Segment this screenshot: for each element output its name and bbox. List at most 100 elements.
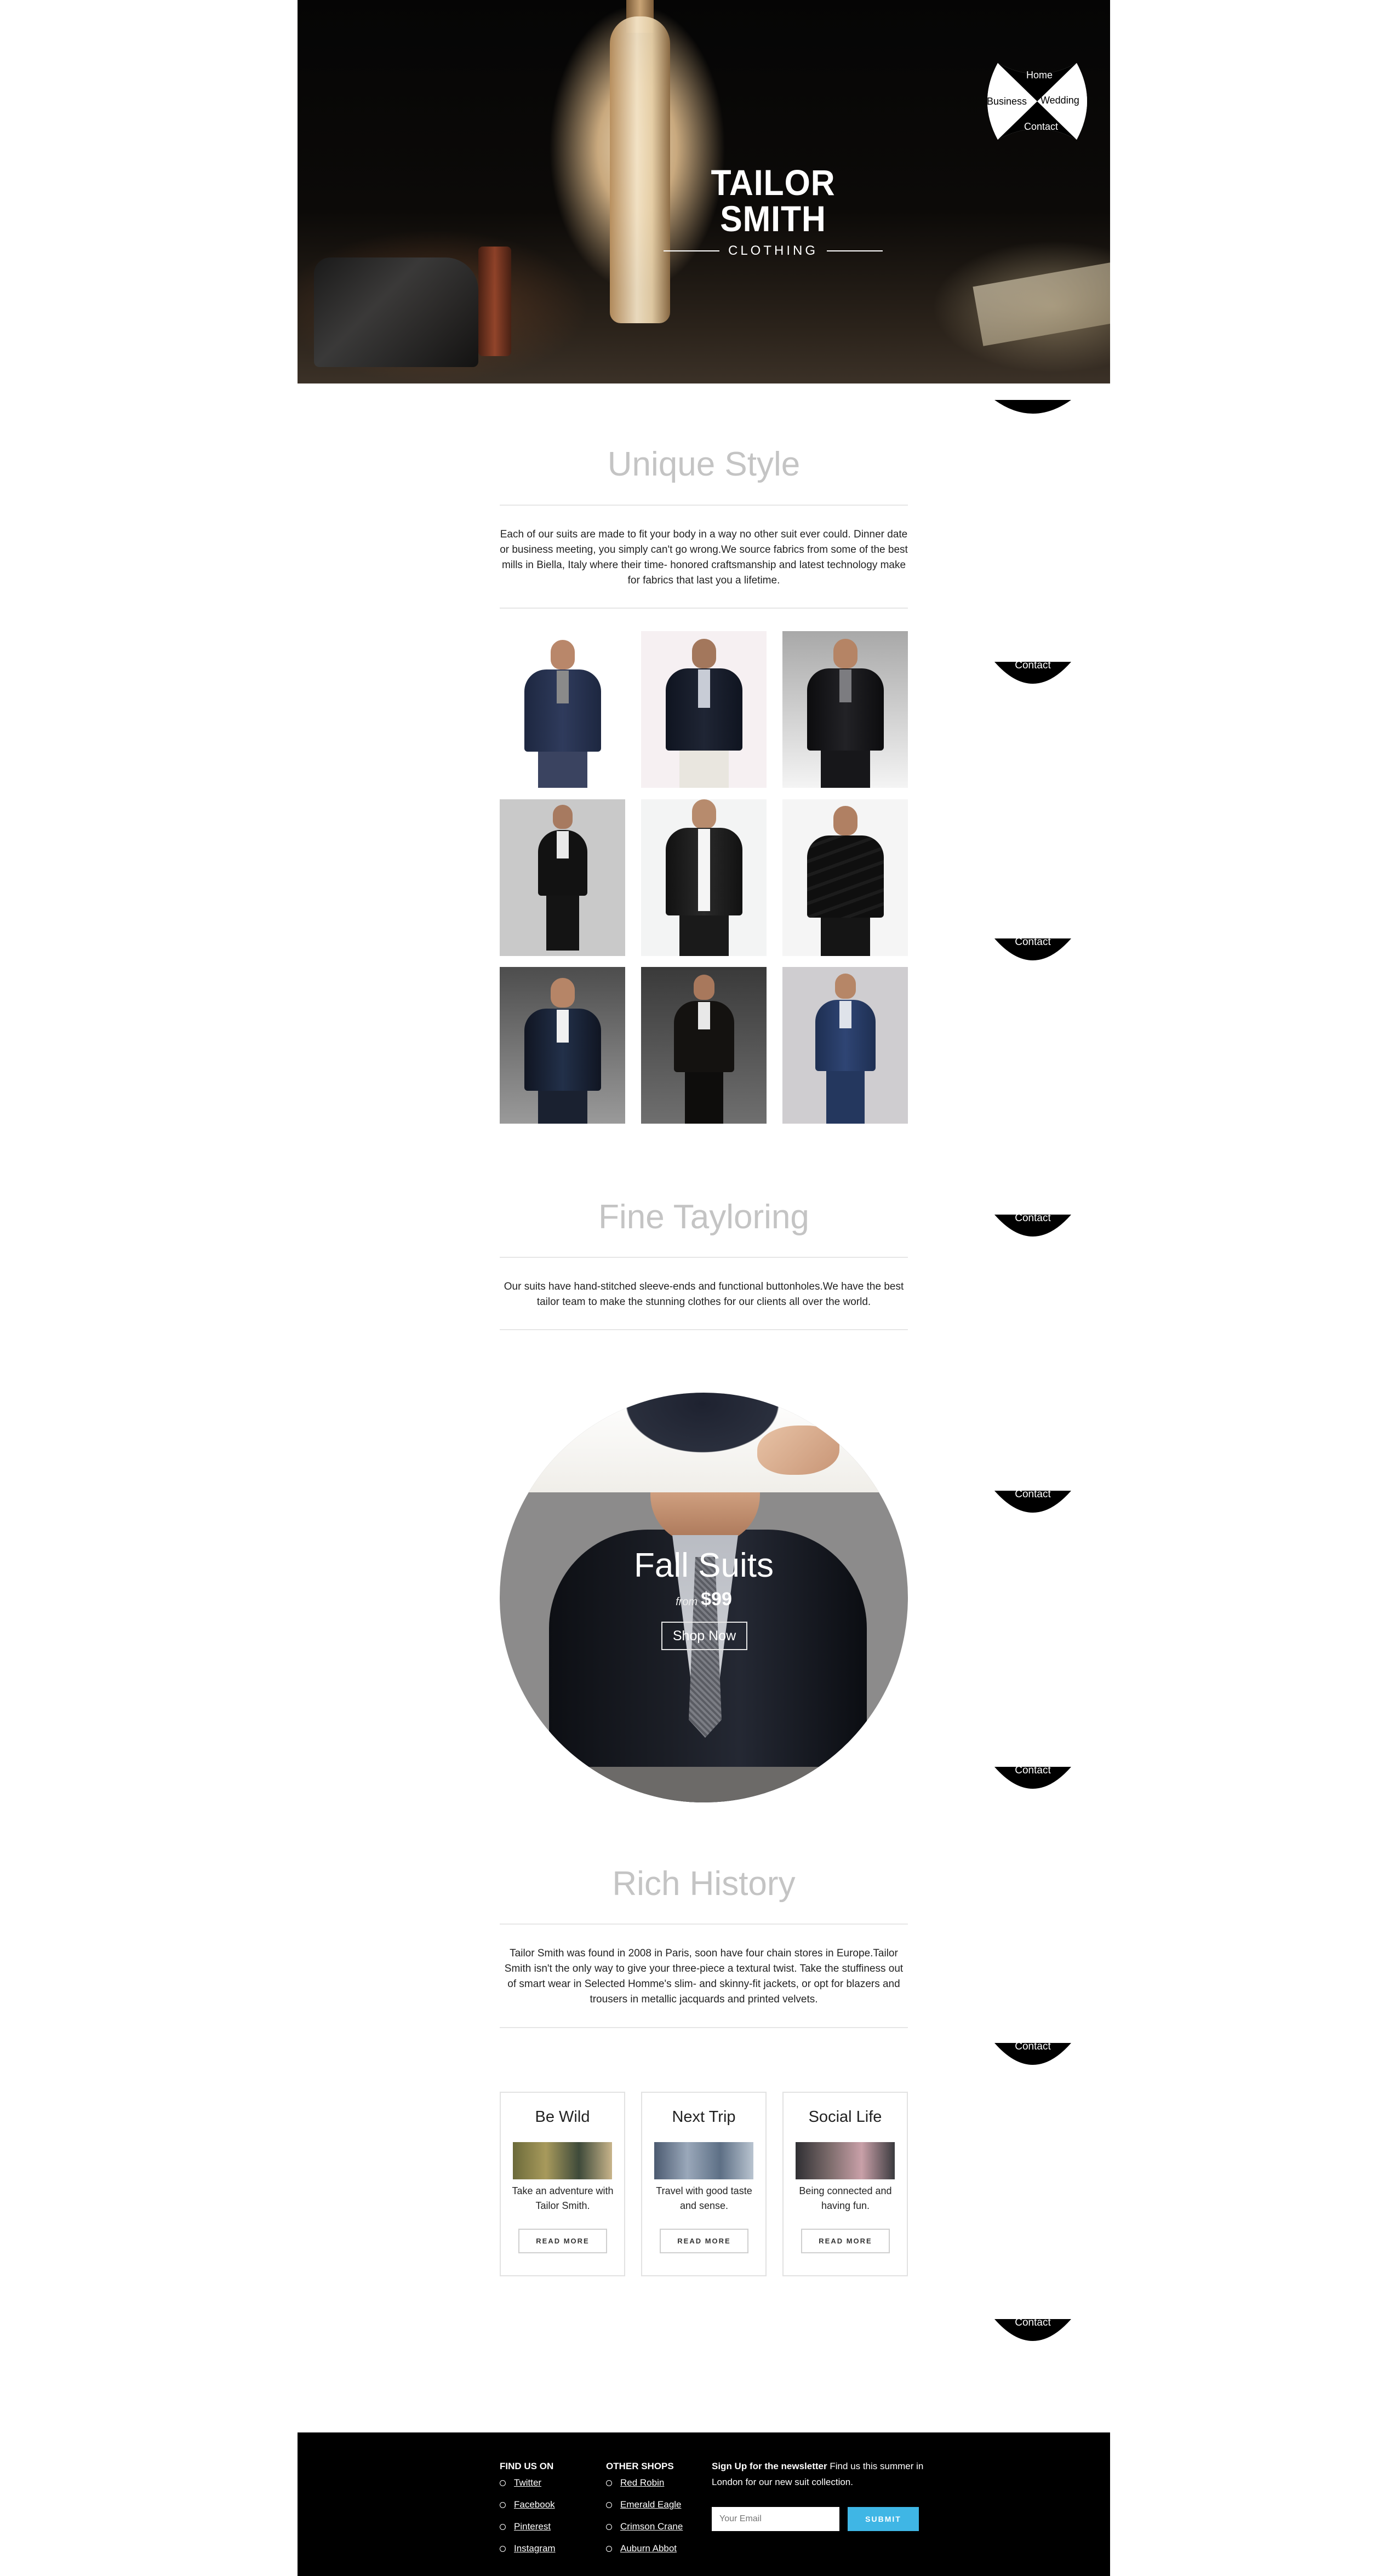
other-shops-title: OTHER SHOPS [606,2461,674,2471]
side-contact-tab[interactable]: Contact [994,936,1071,971]
suit-photo[interactable] [782,799,908,956]
model-trousers [679,915,729,956]
card-title: Be Wild [535,2108,590,2126]
model-trousers [820,918,870,956]
newsletter-email-input[interactable] [712,2507,839,2531]
newsletter-heading: Sign Up for the newsletter [712,2461,827,2471]
model-trousers [538,1091,587,1124]
thread-spool-image [478,247,511,356]
footer-link-crimson-crane[interactable]: Crimson Crane [606,2521,683,2543]
side-contact-tab[interactable]: Contact [994,2041,1071,2076]
nav-contact[interactable]: Contact [1024,121,1058,133]
section-divider [500,608,908,609]
model-head [834,974,856,999]
model-head [691,799,716,829]
read-more-button[interactable]: READ MORE [660,2229,748,2253]
brand-logo[interactable]: TAILOR SMITH CLOTHING [664,164,883,259]
section-divider [500,2027,908,2028]
card-next-trip: Next Trip Travel with good taste and sen… [641,2092,767,2276]
model-trousers [538,752,587,788]
suit-photo[interactable] [500,799,625,956]
section-divider [500,1257,908,1258]
model-trousers [826,1071,865,1124]
footer-link-instagram[interactable]: Instagram [500,2543,556,2565]
model-shirt [839,669,851,702]
promo-title: Fall Suits [634,1547,774,1584]
brand-sub: CLOTHING [728,243,818,258]
model-trousers [679,751,729,788]
side-tab-label: Contact [1015,2317,1051,2328]
section-divider [500,1329,908,1330]
card-social-life: Social Life Being connected and having f… [782,2092,908,2276]
model-shirt [556,831,569,858]
side-contact-tab[interactable]: Contact [994,1489,1071,1524]
pattern-paper-image [973,262,1110,346]
nav-wedding[interactable]: Wedding [1040,95,1079,106]
model-shirt [698,829,710,911]
rich-history-text: Tailor Smith was found in 2008 in Paris,… [504,1948,904,2005]
newsletter-submit-button[interactable]: SUBMIT [848,2507,919,2531]
newsletter-text: Sign Up for the newsletter Find us this … [712,2458,942,2490]
suit-photo[interactable] [641,967,767,1124]
side-contact-tab[interactable]: Contact [994,660,1071,695]
promo-price-from: from [676,1596,698,1608]
main-nav: Home Business Wedding Contact [982,63,1092,140]
suit-photo[interactable] [500,631,625,788]
footer-link-red-robin[interactable]: Red Robin [606,2477,683,2499]
section-divider [500,505,908,506]
side-tab-label: Contact [1015,2041,1051,2052]
model-trousers [546,896,579,951]
brand-sub-row: CLOTHING [664,243,883,259]
footer-link-emerald-eagle[interactable]: Emerald Eagle [606,2499,683,2521]
footer-link-pinterest[interactable]: Pinterest [500,2521,556,2543]
shop-now-button[interactable]: Shop Now [661,1622,747,1650]
other-shops-list: Red Robin Emerald Eagle Crimson Crane Au… [606,2477,683,2565]
side-contact-tab[interactable] [994,386,1071,419]
sewing-machine-image [314,257,478,367]
card-text: Take an adventure with Tailor Smith. [512,2185,614,2211]
read-more-button[interactable]: READ MORE [801,2229,890,2253]
promo-price: from $99 [500,1589,908,1610]
model-head [550,978,575,1007]
find-us-list: Twitter Facebook Pinterest Instagram [500,2477,556,2565]
model-trousers [684,1072,723,1124]
promo-hat-image [500,1393,908,1492]
model-head [833,806,857,835]
model-sweater [807,835,884,918]
promo-price-amount: $99 [701,1589,732,1610]
card-image [796,2142,895,2179]
footer-link-facebook[interactable]: Facebook [500,2499,556,2521]
model-shirt [556,671,569,703]
brand-name: TAILOR SMITH [711,162,836,239]
rich-history-title: Rich History [612,1865,796,1903]
card-text: Being connected and having fun. [799,2185,892,2211]
footer-link-auburn-abbot[interactable]: Auburn Abbot [606,2543,683,2565]
model-shirt [556,1010,569,1043]
model-shirt [698,669,710,708]
side-contact-tab[interactable]: Contact [994,2317,1071,2352]
model-head [552,805,573,829]
model-head [833,639,857,668]
suit-photo[interactable] [782,631,908,788]
suit-photo[interactable] [500,967,625,1124]
section-divider [500,1924,908,1925]
side-contact-tab[interactable]: Contact [994,1212,1071,1247]
side-tab-shape [994,392,1071,414]
footer: FIND US ON Twitter Facebook Pinterest In… [298,2432,1110,2576]
nav-home[interactable]: Home [1026,70,1053,81]
nav-business[interactable]: Business [987,96,1027,107]
brand-line-right [827,250,883,251]
card-text: Travel with good taste and sense. [656,2185,752,2211]
find-us-title: FIND US ON [500,2461,554,2471]
suit-photo[interactable] [782,967,908,1124]
read-more-button[interactable]: READ MORE [518,2229,607,2253]
footer-link-twitter[interactable]: Twitter [500,2477,556,2499]
fall-suits-promo[interactable]: Fall Suits from $99 Shop Now [500,1393,908,1802]
model-shirt [839,1001,851,1028]
fine-tayloring-text: Our suits have hand-stitched sleeve-ends… [504,1281,904,1308]
suit-photo[interactable] [641,799,767,956]
brand-line-left [664,250,719,251]
fine-tayloring-title: Fine Tayloring [598,1198,809,1236]
side-contact-tab[interactable]: Contact [994,1765,1071,1800]
suit-photo[interactable] [641,631,767,788]
